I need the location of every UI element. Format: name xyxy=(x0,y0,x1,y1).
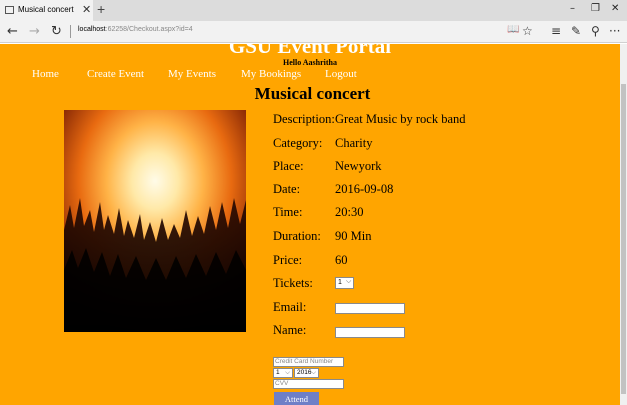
date-value: 2016-09-08 xyxy=(335,182,394,196)
tickets-label: Tickets: xyxy=(273,276,313,290)
description-value: Great Music by rock band xyxy=(335,112,466,126)
url-host: localhost xyxy=(78,26,106,33)
concert-image xyxy=(64,110,246,332)
address-url[interactable]: localhost:62258/Checkout.aspx?id=4 xyxy=(78,26,193,33)
email-label: Email: xyxy=(273,300,307,314)
menu-my-events[interactable]: My Events xyxy=(168,68,216,80)
tickets-select[interactable]: 1 ⌵ xyxy=(335,277,354,289)
email-field[interactable] xyxy=(335,303,405,314)
address-toolbar: ← → ↻ localhost:62258/Checkout.aspx?id=4… xyxy=(0,21,627,43)
address-separator xyxy=(70,25,71,38)
event-title: Musical concert xyxy=(254,84,371,103)
menu-logout[interactable]: Logout xyxy=(325,68,357,80)
greeting: Hello Aashritha xyxy=(282,58,337,67)
tab-title: Musical concert xyxy=(18,5,74,14)
tab-close-icon[interactable]: ✕ xyxy=(82,3,91,16)
menu-home[interactable]: Home xyxy=(32,68,59,80)
web-note-icon[interactable]: ✎ xyxy=(571,24,581,38)
scrollbar-thumb[interactable] xyxy=(621,84,626,394)
back-icon[interactable]: ← xyxy=(7,24,18,39)
expiry-year-value: 2016 xyxy=(297,369,312,376)
credit-card-input[interactable]: Credit Card Number xyxy=(273,357,344,367)
price-value: 60 xyxy=(335,253,348,267)
vertical-scrollbar[interactable] xyxy=(620,44,627,405)
portal-title: GSU Event Portal xyxy=(228,44,392,58)
time-label: Time: xyxy=(273,205,303,219)
chevron-down-icon: ⌵ xyxy=(346,278,352,285)
favorite-star-icon[interactable]: ☆ xyxy=(522,24,533,38)
restore-icon[interactable]: ❐ xyxy=(591,3,600,14)
place-value: Newyork xyxy=(335,159,382,173)
url-path: :62258/Checkout.aspx?id=4 xyxy=(105,26,193,33)
cvv-input[interactable]: CVV xyxy=(273,379,344,389)
forward-icon[interactable]: → xyxy=(29,24,40,39)
tickets-select-value: 1 xyxy=(338,279,342,286)
browser-tab[interactable]: Musical concert ✕ xyxy=(0,0,93,21)
date-label: Date: xyxy=(273,182,301,196)
time-value: 20:30 xyxy=(335,205,364,219)
hub-icon[interactable]: ≡ xyxy=(551,24,561,38)
duration-value: 90 Min xyxy=(335,229,372,243)
address-bar[interactable]: localhost:62258/Checkout.aspx?id=4 xyxy=(70,23,500,40)
attend-button[interactable]: Attend xyxy=(274,392,319,405)
menu-my-bookings[interactable]: My Bookings xyxy=(241,68,301,80)
category-value: Charity xyxy=(335,136,373,150)
chevron-down-icon: ⌵ xyxy=(311,369,316,376)
expiry-year-select[interactable]: 2016 ⌵ xyxy=(294,368,319,378)
price-label: Price: xyxy=(273,253,303,267)
page-icon xyxy=(5,6,14,14)
chevron-down-icon: ⌵ xyxy=(285,369,290,376)
refresh-icon[interactable]: ↻ xyxy=(51,24,62,39)
page-content: GSU Event Portal Hello Aashritha Home Cr… xyxy=(0,44,620,405)
reading-view-icon[interactable]: 📖 xyxy=(507,24,519,35)
expiry-month-value: 1 xyxy=(276,369,280,376)
description-label: Description: xyxy=(273,112,335,126)
name-field[interactable] xyxy=(335,327,405,338)
tab-bar: Musical concert ✕ + – ❐ ✕ xyxy=(0,0,627,21)
share-icon[interactable]: ⚲ xyxy=(591,24,600,38)
menu-create-event[interactable]: Create Event xyxy=(87,68,144,80)
minimize-icon[interactable]: – xyxy=(570,3,575,14)
place-label: Place: xyxy=(273,159,304,173)
more-icon[interactable]: ··· xyxy=(609,24,620,38)
window-close-icon[interactable]: ✕ xyxy=(611,3,619,14)
name-label: Name: xyxy=(273,323,307,337)
new-tab-icon[interactable]: + xyxy=(97,1,105,17)
expiry-month-select[interactable]: 1 ⌵ xyxy=(273,368,293,378)
category-label: Category: xyxy=(273,136,323,150)
duration-label: Duration: xyxy=(273,229,321,243)
